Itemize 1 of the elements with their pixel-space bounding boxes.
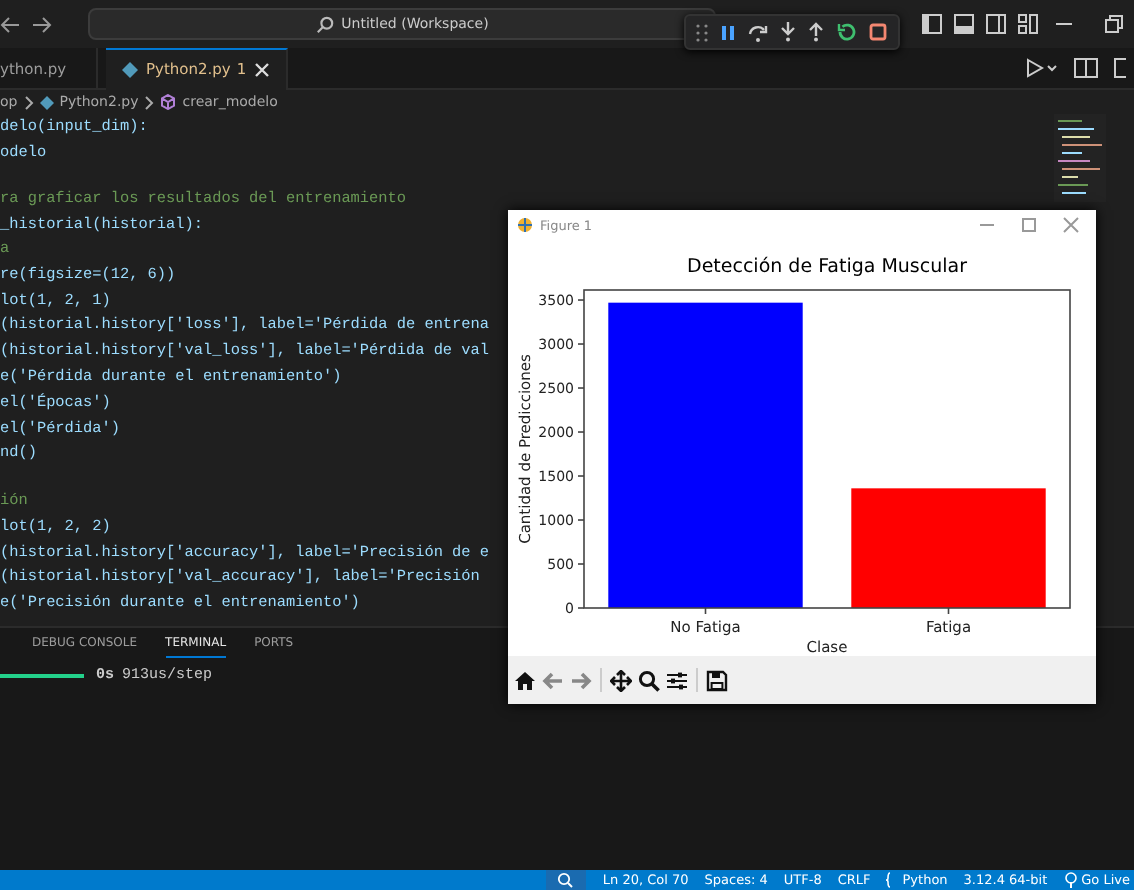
chart-title: Detección de Fatiga Muscular	[687, 256, 967, 278]
